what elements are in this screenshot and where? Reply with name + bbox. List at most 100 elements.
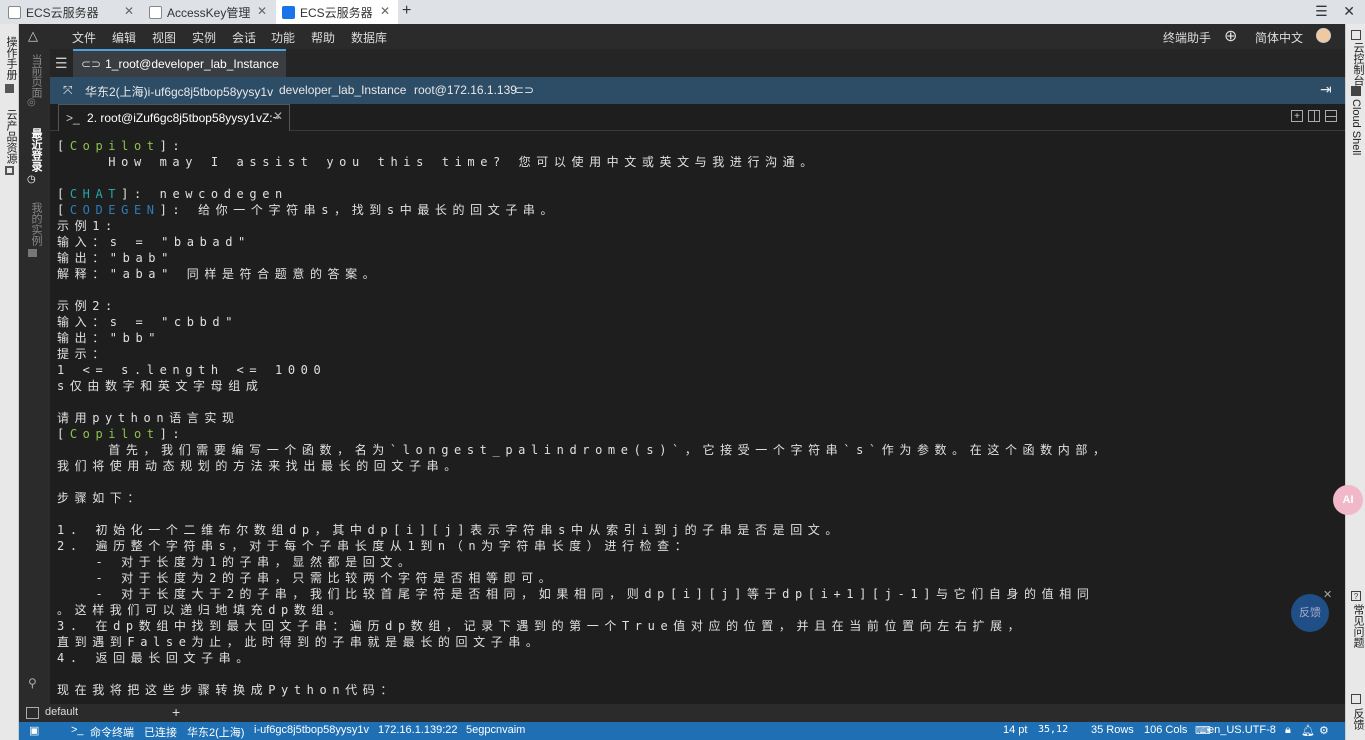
- terminal-text: 提示：: [57, 347, 110, 361]
- browser-tab-1[interactable]: ECS云服务器 ✕: [2, 0, 142, 24]
- menu-bar: 文件 编辑 视图 实例 会话 功能 帮助 数据库 终端助手 ⊕ 简体中文: [50, 24, 1345, 49]
- sidebar-item-my-instances[interactable]: 我的实例: [28, 202, 44, 246]
- terminal-icon: >_: [71, 724, 84, 736]
- menu-help[interactable]: 帮助: [311, 29, 335, 46]
- left-strip: 操作手册 云产品资源: [0, 24, 19, 740]
- sidebar-item-recent-login[interactable]: 最近登录: [28, 128, 44, 172]
- cloud-resources-link[interactable]: 云产品资源: [3, 109, 19, 164]
- language-selector[interactable]: 简体中文: [1255, 29, 1303, 46]
- new-tab-button[interactable]: +: [402, 2, 411, 20]
- expand-icon[interactable]: ⤧: [63, 83, 73, 98]
- terminal-tab[interactable]: >_ 2. root@iZuf6gc8j5tbop58yysy1vZ:~ ✕: [58, 104, 290, 131]
- window-icon: ▣: [29, 725, 40, 737]
- browser-tab-strip: ECS云服务器 ✕ AccessKey管理 ✕ ECS云服务器 ✕ + ☰ ✕: [0, 0, 1365, 24]
- status-ip-port: 172.16.1.139:22: [378, 724, 458, 736]
- command-terminal-button[interactable]: 命令终端: [90, 724, 134, 740]
- menu-database[interactable]: 数据库: [351, 29, 387, 46]
- browser-tab-title: AccessKey管理: [167, 5, 251, 20]
- terminal-assistant-button[interactable]: 终端助手: [1163, 29, 1211, 46]
- add-tab-button[interactable]: +: [172, 704, 180, 720]
- status-region: 华东2(上海): [187, 727, 245, 739]
- font-size[interactable]: 14 pt: [1003, 724, 1027, 736]
- terminal-text: 2. 遍历整个字符串s，对于每个子串长度从1到n（n为字符串长度）进行检查：: [57, 539, 693, 553]
- manual-link[interactable]: 操作手册: [3, 36, 19, 80]
- browser-tab-3[interactable]: ECS云服务器 ✕: [276, 0, 398, 24]
- link-icon: ⊂⊃: [514, 83, 535, 97]
- terminal-text: CHAT: [69, 187, 122, 201]
- terminal-line: 1 <= s.length <= 1000: [57, 362, 326, 378]
- terminal-line: 现在我将把这些步骤转换成Python代码：: [57, 682, 398, 698]
- menu-file[interactable]: 文件: [72, 29, 96, 46]
- terminal-line: 示例1:: [57, 218, 118, 234]
- terminal-text: - 对于长度为2的子串，只需比较两个字符是否相等即可。: [57, 571, 557, 585]
- terminal-text: 1 <= s.length <= 1000: [57, 363, 327, 377]
- default-tab[interactable]: default: [45, 706, 78, 718]
- session-tab[interactable]: ⊂⊃ 1_root@developer_lab_Instance: [73, 49, 286, 77]
- terminal-text: 步骤如下：: [57, 491, 146, 505]
- close-icon[interactable]: ✕: [273, 109, 283, 123]
- avatar[interactable]: [1316, 28, 1331, 43]
- terminal-line: 我们将使用动态规划的方法来找出最长的回文子串。: [57, 458, 462, 474]
- feedback-link[interactable]: 反馈: [1350, 708, 1365, 730]
- encoding[interactable]: en_US.UTF-8: [1208, 724, 1276, 736]
- close-icon[interactable]: ✕: [380, 4, 390, 18]
- terminal-text: 请用python语言实现: [57, 411, 240, 425]
- terminal-tab-label: 2. root@iZuf6gc8j5tbop58yysy1vZ:~: [87, 111, 280, 125]
- menu-instance[interactable]: 实例: [192, 29, 216, 46]
- terminal-text: 示例1:: [57, 219, 118, 233]
- exit-icon[interactable]: ⇥: [1320, 81, 1332, 98]
- split-divider: [1325, 116, 1337, 117]
- list-menu-icon[interactable]: ☰: [55, 55, 68, 72]
- menu-edit[interactable]: 编辑: [112, 29, 136, 46]
- terminal-icon: [26, 707, 39, 719]
- terminal-text: [: [57, 139, 70, 153]
- grid-icon: [5, 166, 14, 175]
- menu-icon[interactable]: ☰: [1315, 3, 1328, 19]
- terminal-line: - 对于长度为1的子串，显然都是回文。: [57, 554, 416, 570]
- split-divider: [1314, 110, 1315, 122]
- terminal-text: - 对于长度大于2的子串，我们比较首尾字符是否相同，如果相同，则dp[i][j]…: [57, 587, 1095, 601]
- page-icon: [8, 5, 21, 19]
- terminal-line: - 对于长度大于2的子串，我们比较首尾字符是否相同，如果相同，则dp[i][j]…: [57, 586, 1094, 602]
- bottom-tab-bar: default +: [19, 704, 1345, 722]
- browser-controls: ☰ ✕: [1315, 3, 1355, 20]
- list-icon: [28, 249, 37, 257]
- sidebar-item-current-page[interactable]: 当前页面: [28, 54, 44, 98]
- terminal-text: 我们将使用动态规划的方法来找出最长的回文子串。: [57, 459, 462, 473]
- terminal-text: - 对于长度为1的子串，显然都是回文。: [57, 555, 416, 569]
- terminal-line: 示例2:: [57, 298, 118, 314]
- browser-tab-title: ECS云服务器: [26, 5, 99, 20]
- pin-icon[interactable]: ⚲: [28, 676, 37, 690]
- menu-session[interactable]: 会话: [232, 29, 256, 46]
- menu-function[interactable]: 功能: [271, 29, 295, 46]
- ai-assistant-button[interactable]: AI: [1333, 485, 1363, 515]
- terminal-text: 示例2:: [57, 299, 118, 313]
- terminal-line: s仅由数字和英文字母组成: [57, 378, 263, 394]
- terminal-text: How may I assist you this time? 您可以使用中文或…: [57, 155, 818, 169]
- terminal-line: 请用python语言实现: [57, 410, 240, 426]
- menu-view[interactable]: 视图: [152, 29, 176, 46]
- cloud-shell-link[interactable]: Cloud Shell: [1350, 99, 1362, 155]
- add-pane-icon[interactable]: +: [1291, 110, 1303, 122]
- question-icon: ?: [1351, 591, 1361, 601]
- terminal-text: 1. 初始化一个二维布尔数组dp，其中dp[i][j]表示字符串s中从索引i到j…: [57, 523, 843, 537]
- close-window-icon[interactable]: ✕: [1343, 3, 1355, 19]
- close-icon[interactable]: ✕: [257, 4, 267, 18]
- browser-tab-2[interactable]: AccessKey管理 ✕: [143, 0, 275, 24]
- terminal-icon: >_: [66, 111, 80, 125]
- faq-link[interactable]: 常见问题: [1350, 604, 1365, 648]
- bell-icon[interactable]: 🔔︎: [1301, 724, 1315, 737]
- close-icon[interactable]: ✕: [124, 4, 134, 18]
- cursor-position: 35,12: [1038, 724, 1069, 735]
- terminal-line: 输出："bb": [57, 330, 161, 346]
- add-circle-icon[interactable]: ⊕: [1224, 26, 1237, 46]
- terminal-text: ]:: [159, 139, 186, 153]
- cloud-console-link[interactable]: 云控制台: [1350, 42, 1365, 86]
- close-float-icon[interactable]: ✕: [1323, 588, 1332, 601]
- settings-icon[interactable]: ⚙: [1319, 724, 1329, 737]
- terminal-text: s仅由数字和英文字母组成: [57, 379, 264, 393]
- terminal-output[interactable]: [Copilot]: How may I assist you this tim…: [52, 132, 1345, 703]
- status-bar: ▣ >_ 命令终端 已连接 华东2(上海) i-uf6gc8j5tbop58yy…: [19, 722, 1345, 740]
- shell-icon: [1351, 86, 1361, 96]
- terminal-text: ]: newcodegen: [121, 187, 288, 201]
